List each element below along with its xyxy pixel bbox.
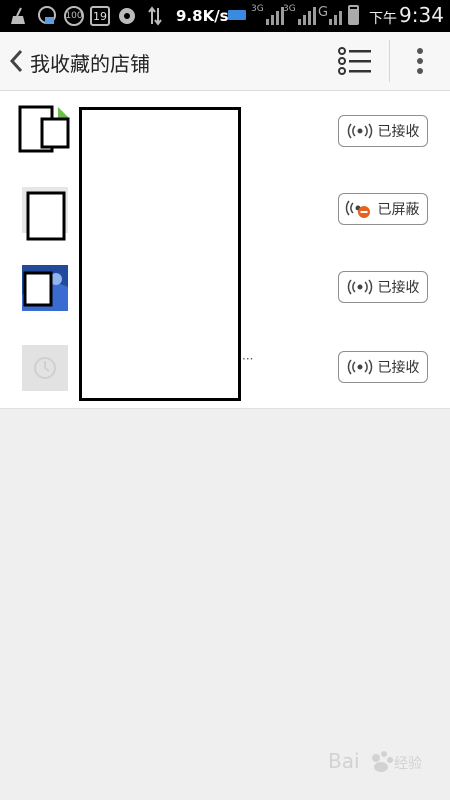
signal-icon-1 xyxy=(266,5,284,25)
list-view-icon xyxy=(338,47,371,75)
chat-icon xyxy=(36,5,58,27)
shop-thumbnail xyxy=(22,187,68,241)
receive-status-button[interactable]: 已接收 xyxy=(338,351,428,383)
signal-icon-3 xyxy=(329,5,342,25)
battery-icon xyxy=(348,5,359,25)
status-label: 已接收 xyxy=(377,360,420,376)
back-button[interactable] xyxy=(6,48,28,74)
more-button[interactable] xyxy=(406,44,434,78)
svg-text:Bai: Bai xyxy=(328,749,360,773)
network-type-3: G xyxy=(318,5,329,20)
shop-thumbnail xyxy=(22,345,68,391)
status-bar: 100 19 9.8K/s 3G 3G G 下午 9:34 xyxy=(0,0,450,32)
data-indicator-icon xyxy=(228,10,246,20)
status-label: 已屏蔽 xyxy=(377,202,420,218)
time-period: 下午 xyxy=(369,11,397,27)
signal-icon-2 xyxy=(298,5,316,25)
svg-text:经验: 经验 xyxy=(394,756,422,772)
more-vert-icon xyxy=(417,48,423,74)
network-type-1: 3G xyxy=(251,4,264,14)
badge-100-icon: 100 xyxy=(64,6,84,26)
list-view-button[interactable] xyxy=(336,44,374,78)
broom-icon xyxy=(8,5,30,27)
shop-thumbnail xyxy=(18,105,70,157)
shop-thumbnail xyxy=(22,265,68,311)
header-divider xyxy=(389,40,390,82)
status-label: 已接收 xyxy=(377,124,420,140)
clock: 9:34 xyxy=(399,3,444,27)
network-speed: 9.8K/s xyxy=(176,7,229,25)
redaction-box xyxy=(79,107,241,401)
disc-icon xyxy=(116,5,138,27)
broadcast-icon xyxy=(347,359,372,375)
network-type-2: 3G xyxy=(283,4,296,14)
truncation-ellipsis: ··· xyxy=(242,352,254,366)
broadcast-icon xyxy=(347,123,372,139)
notification-icons: 100 19 xyxy=(8,3,166,29)
page-title: 我收藏的店铺 xyxy=(30,52,150,76)
blocked-badge-icon xyxy=(345,200,370,218)
broadcast-icon xyxy=(347,279,372,295)
status-label: 已接收 xyxy=(377,280,420,296)
receive-status-button[interactable]: 已接收 xyxy=(338,115,428,147)
receive-status-button[interactable]: 已接收 xyxy=(338,271,428,303)
blocked-status-button[interactable]: 已屏蔽 xyxy=(338,193,428,225)
back-icon xyxy=(9,49,23,73)
calendar-icon: 19 xyxy=(90,6,110,26)
baidu-watermark-logo: Bai 经验 xyxy=(328,742,424,778)
usb-transfer-icon xyxy=(144,5,166,27)
app-header: 我收藏的店铺 xyxy=(0,32,450,91)
